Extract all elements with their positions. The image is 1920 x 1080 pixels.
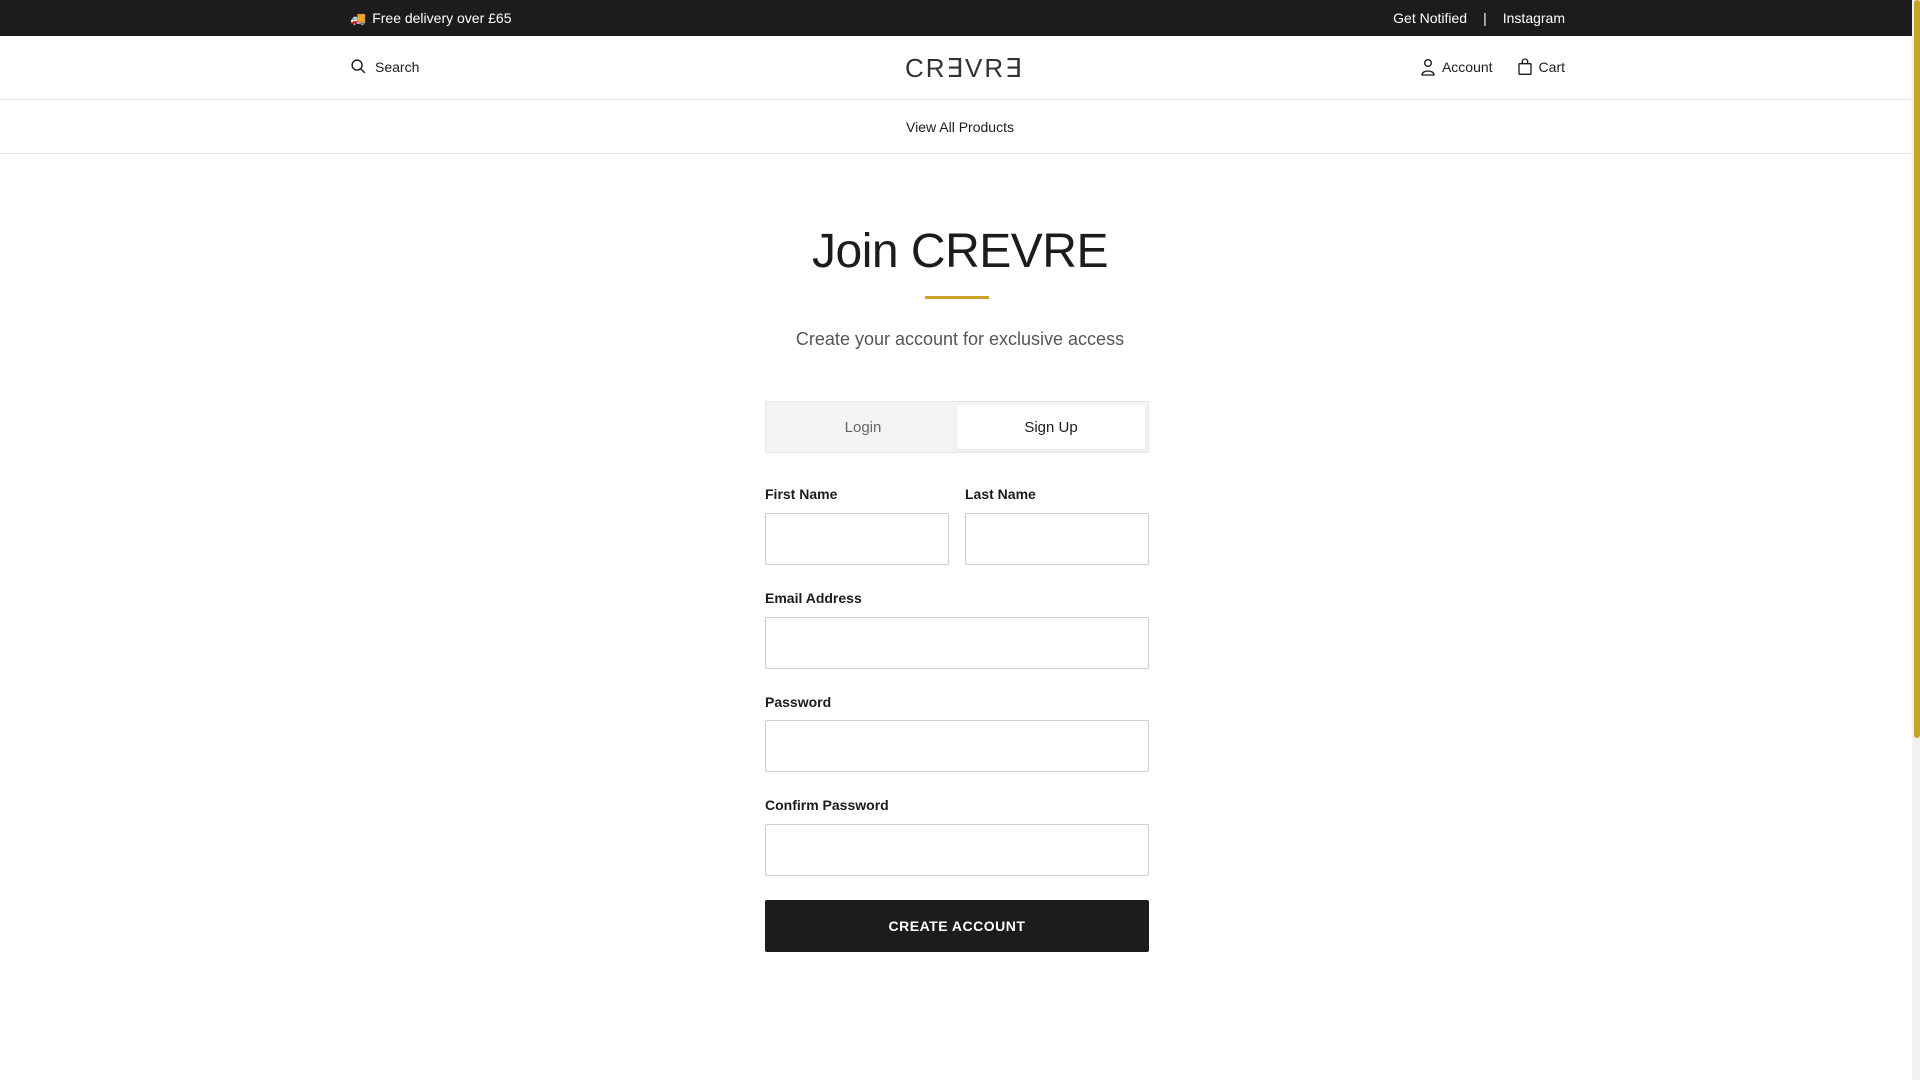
confirm-password-label: Confirm Password: [765, 797, 889, 813]
cart-link[interactable]: Cart: [1517, 58, 1565, 76]
search-label: Search: [375, 58, 420, 75]
user-icon: [1421, 59, 1435, 76]
search-button[interactable]: Search: [350, 58, 419, 75]
search-icon: [351, 59, 366, 74]
delivery-notice: 🚚 Free delivery over £65: [350, 10, 511, 26]
instagram-link[interactable]: Instagram: [1503, 10, 1565, 26]
auth-tabs: Login Sign Up: [765, 401, 1149, 453]
create-account-button[interactable]: CREATE ACCOUNT: [765, 900, 1149, 952]
page-scrollbar[interactable]: [1912, 0, 1920, 1080]
last-name-label: Last Name: [965, 486, 1036, 502]
cart-label: Cart: [1538, 59, 1565, 75]
main-nav: View All Products: [0, 100, 1920, 154]
announcement-bar: 🚚 Free delivery over £65 Get Notified | …: [0, 0, 1920, 36]
email-field[interactable]: [765, 617, 1149, 669]
shopping-bag-icon: [1517, 58, 1532, 75]
page-subtitle: Create your account for exclusive access: [795, 329, 1125, 349]
email-label: Email Address: [765, 590, 862, 606]
site-header: Search CR∃VR∃ Account Cart: [0, 36, 1920, 100]
page: 🚚 Free delivery over £65 Get Notified | …: [0, 0, 1920, 1080]
confirm-password-field[interactable]: [765, 824, 1149, 876]
topbar-separator: |: [1483, 10, 1487, 26]
tab-login[interactable]: Login: [769, 405, 957, 449]
password-label: Password: [765, 694, 832, 710]
nav-view-all-products[interactable]: View All Products: [906, 119, 1014, 135]
header-actions: Account Cart: [1420, 58, 1565, 76]
title-divider: [925, 296, 989, 299]
password-field[interactable]: [765, 720, 1149, 772]
tab-signup[interactable]: Sign Up: [957, 405, 1145, 449]
last-name-field[interactable]: [965, 513, 1149, 565]
site-logo[interactable]: CR∃VR∃: [905, 54, 1022, 82]
topbar-links: Get Notified | Instagram: [1393, 10, 1565, 26]
account-label: Account: [1441, 59, 1493, 75]
truck-icon: 🚚: [350, 10, 367, 26]
first-name-field[interactable]: [765, 513, 949, 565]
account-link[interactable]: Account: [1420, 58, 1493, 76]
scrollbar-thumb[interactable]: [1914, 0, 1920, 738]
first-name-label: First Name: [765, 486, 838, 502]
delivery-text: Free delivery over £65: [372, 10, 512, 26]
page-title: Join CREVRE: [812, 225, 1108, 278]
get-notified-link[interactable]: Get Notified: [1393, 10, 1467, 26]
